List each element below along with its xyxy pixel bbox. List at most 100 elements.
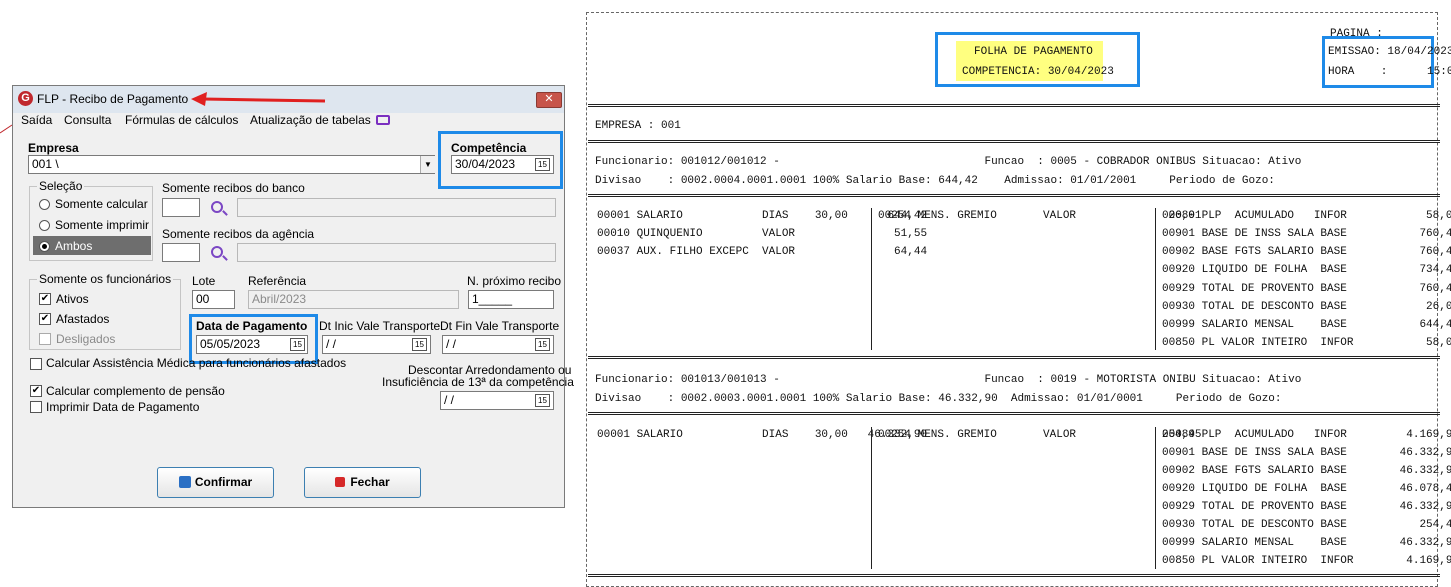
lote-label: Lote — [192, 274, 216, 288]
recibo-dialog: G FLP - Recibo de Pagamento ✕ Saída Cons… — [12, 85, 574, 508]
emp2-base-row: 00930 TOTAL DE DESCONTO BASE 254,45 — [1162, 519, 1451, 531]
banco-label: Somente recibos do banco — [162, 181, 305, 195]
report-title: FOLHA DE PAGAMENTO — [974, 46, 1093, 58]
fechar-button[interactable]: Fechar — [304, 467, 421, 498]
emp1-base-row: 00929 TOTAL DE PROVENTO BASE 760,41 — [1162, 283, 1451, 295]
title-highlight — [935, 32, 1140, 87]
chevron-down-icon[interactable]: ▼ — [420, 156, 435, 173]
menu-saida[interactable]: Saída — [21, 113, 52, 127]
option-somente-calcular[interactable]: Somente calcular — [55, 197, 148, 211]
separator — [588, 412, 1440, 415]
monitor-icon[interactable] — [376, 115, 390, 125]
emp1-base-row: 00902 BASE FGTS SALARIO BASE 760,41 — [1162, 246, 1451, 258]
complemento-pensao-checkbox[interactable]: ✔ — [30, 385, 42, 397]
payroll-report: PAGINA : FOLHA DE PAGAMENTO COMPETENCIA:… — [584, 10, 1451, 587]
funcionarios-title: Somente os funcionários — [37, 272, 174, 286]
emp1-earning-row: 00010 QUINQUENIO VALOR 51,55 — [597, 228, 928, 240]
calendar-icon[interactable]: 15 — [290, 338, 305, 351]
afastados-checkbox[interactable]: ✔ — [39, 313, 51, 325]
dt-inic-vale-label: Dt Inic Vale Transporte — [319, 319, 441, 333]
proximo-recibo-label: N. próximo recibo — [467, 274, 562, 288]
radio-somente-calcular[interactable] — [39, 199, 50, 210]
report-hora: HORA : 15:09 — [1328, 66, 1451, 78]
referencia-label: Referência — [248, 274, 307, 288]
emp1-discount-row: 00254 MENS. GREMIO VALOR 26,01 — [878, 210, 1202, 222]
assist-medica-label[interactable]: Calcular Assistência Médica para funcion… — [46, 356, 346, 370]
confirmar-button[interactable]: Confirmar — [157, 467, 274, 498]
lote-field[interactable]: 00 — [192, 290, 235, 309]
desligados-checkbox[interactable] — [39, 333, 51, 345]
emp1-base-row: 00930 TOTAL DE DESCONTO BASE 26,01 — [1162, 301, 1451, 313]
option-somente-imprimir[interactable]: Somente imprimir — [55, 218, 149, 232]
lock-icon — [335, 477, 346, 487]
calendar-icon[interactable]: 15 — [535, 338, 550, 351]
dt-fin-vale-label: Dt Fin Vale Transporte — [440, 319, 560, 333]
proximo-recibo-field[interactable]: 1_____ — [468, 290, 554, 309]
employee-2-line2: Divisao : 0002.0003.0001.0001 100% Salar… — [595, 393, 1282, 405]
employee-1-line1: Funcionario: 001012/001012 - Funcao : 00… — [595, 156, 1302, 168]
emp2-base-row: 00901 BASE DE INSS SALA BASE 46.332,90 — [1162, 447, 1451, 459]
emp2-base-row: 00929 TOTAL DE PROVENTO BASE 46.332,90 — [1162, 501, 1451, 513]
window-title: FLP - Recibo de Pagamento — [37, 92, 189, 106]
competencia-label: Competência — [451, 141, 527, 155]
agencia-code-field[interactable] — [162, 243, 200, 262]
save-icon — [178, 476, 191, 488]
emp2-base-row: 00920 LIQUIDO DE FOLHA BASE 46.078,45 — [1162, 483, 1451, 495]
emp1-base-row: 00920 LIQUIDO DE FOLHA BASE 734,40 — [1162, 264, 1451, 276]
referencia-field: Abril/2023 — [248, 290, 459, 309]
close-button[interactable]: ✕ — [536, 92, 562, 108]
banco-name-field — [237, 198, 556, 217]
desligados-label[interactable]: Desligados — [56, 332, 115, 346]
search-icon[interactable] — [211, 246, 223, 258]
descontar-label-2: Insuficiência de 13ª da competência — [382, 375, 574, 389]
agencia-name-field — [237, 243, 556, 262]
imprimir-data-checkbox[interactable] — [30, 401, 42, 413]
radio-ambos[interactable] — [39, 241, 50, 252]
data-pagamento-label: Data de Pagamento — [196, 319, 308, 333]
option-ambos[interactable]: Ambos — [55, 239, 92, 253]
imprimir-data-label[interactable]: Imprimir Data de Pagamento — [46, 400, 199, 414]
complemento-pensao-label[interactable]: Calcular complemento de pensão — [46, 384, 225, 398]
menu-formulas[interactable]: Fórmulas de cálculos — [125, 113, 238, 127]
emp2-discount-row: 00254 MENS. GREMIO VALOR 254,45 — [878, 429, 1202, 441]
empresa-select[interactable]: 001 \ — [28, 155, 435, 174]
emp1-earning-row: 00037 AUX. FILHO EXCEPC VALOR 64,44 — [597, 246, 928, 258]
emp2-base-row: 00089 PLP ACUMULADO INFOR 4.169,96 — [1162, 429, 1451, 441]
separator — [588, 140, 1440, 143]
empresa-label: Empresa — [28, 141, 79, 155]
employee-1-line2: Divisao : 0002.0004.0001.0001 100% Salar… — [595, 175, 1275, 187]
app-logo-icon: G — [18, 91, 33, 106]
menu-atualizacao[interactable]: Atualização de tabelas — [250, 113, 371, 127]
search-icon[interactable] — [211, 201, 223, 213]
emp2-base-row: 00850 PL VALOR INTEIRO INFOR 4.169,96 — [1162, 555, 1451, 567]
radio-somente-imprimir[interactable] — [39, 220, 50, 231]
arrow-annotation — [191, 92, 326, 106]
separator — [588, 574, 1440, 577]
selecao-title: Seleção — [37, 179, 85, 193]
calendar-icon[interactable]: 15 — [535, 394, 550, 407]
emp1-base-row: 00850 PL VALOR INTEIRO INFOR 58,00 — [1162, 337, 1451, 349]
confirmar-label: Confirmar — [194, 475, 253, 489]
assist-medica-checkbox[interactable] — [30, 358, 42, 370]
calendar-icon[interactable]: 15 — [412, 338, 427, 351]
ativos-label[interactable]: Ativos — [56, 292, 89, 306]
ativos-checkbox[interactable]: ✔ — [39, 293, 51, 305]
column-divider — [1155, 208, 1156, 350]
menu-consulta[interactable]: Consulta — [64, 113, 111, 127]
emp1-base-row: 00089 PLP ACUMULADO INFOR 58,00 — [1162, 210, 1451, 222]
emp1-base-row: 00901 BASE DE INSS SALA BASE 760,41 — [1162, 228, 1451, 240]
column-divider — [871, 208, 872, 350]
emp2-base-row: 00999 SALARIO MENSAL BASE 46.332,90 — [1162, 537, 1451, 549]
report-competencia: COMPETENCIA: 30/04/2023 — [962, 66, 1114, 78]
afastados-label[interactable]: Afastados — [56, 312, 109, 326]
column-divider — [1155, 427, 1156, 569]
employee-2-line1: Funcionario: 001013/001013 - Funcao : 00… — [595, 374, 1302, 386]
separator — [588, 356, 1440, 359]
emissao-highlight — [1322, 36, 1434, 88]
calendar-icon[interactable]: 15 — [535, 158, 550, 171]
banco-code-field[interactable] — [162, 198, 200, 217]
agencia-label: Somente recibos da agência — [162, 227, 315, 241]
fechar-label: Fechar — [350, 475, 390, 489]
separator — [588, 104, 1440, 107]
emp2-base-row: 00902 BASE FGTS SALARIO BASE 46.332,90 — [1162, 465, 1451, 477]
